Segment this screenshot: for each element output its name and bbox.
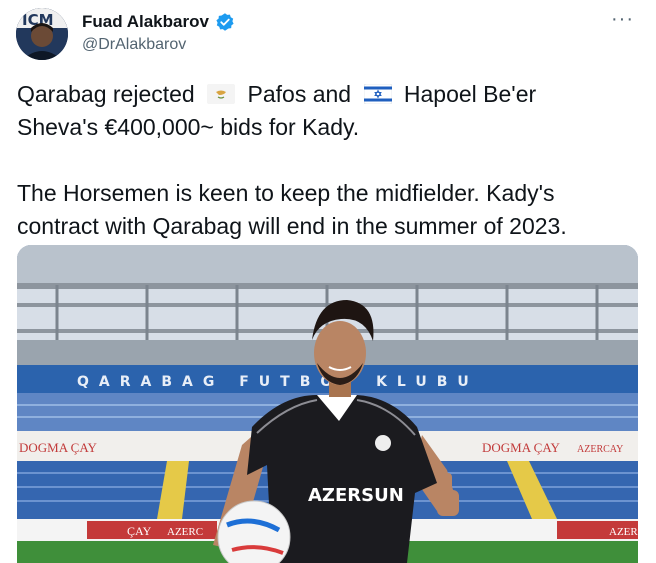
stadium-photo: QARABAG FUTBOL KLUBU DOGMA ÇAY DOGMA ÇAY… [17, 245, 638, 563]
tweet-text-segment: Hapoel Be'er [403, 81, 537, 107]
author-name-row: Fuad Alakbarov [82, 12, 235, 32]
avatar[interactable]: ICM [16, 8, 68, 60]
tweet-text: Qarabag rejected Pafos and Hapoel Be'er [17, 78, 647, 243]
verified-badge-icon [215, 12, 235, 32]
tweet-line-2: Sheva's €400,000~ bids for Kady. [17, 114, 360, 140]
stadium-sign-text: QARABAG FUTBOL KLUBU [77, 374, 479, 390]
ad-banner-text: AZERCAY [577, 444, 623, 455]
cyprus-flag-icon [207, 80, 236, 104]
israel-flag-icon [363, 80, 392, 105]
tweet-line-4: contract with Qarabag will end in the su… [17, 213, 567, 239]
tweet-line-1: Qarabag rejected Pafos and Hapoel Be'er [17, 78, 647, 111]
jersey-sponsor-text: AZERSUN [308, 485, 404, 506]
tweet-text-segment: Qarabag rejected [17, 81, 195, 107]
tweet-card: ICM Fuad Alakbarov @DrAlakbarov ··· Qara… [0, 0, 656, 563]
ad-banner-text: ÇAY [127, 524, 152, 538]
ad-banner-text: AZER [609, 526, 638, 538]
author-display-name[interactable]: Fuad Alakbarov [82, 12, 209, 32]
ad-banner-text: DOGMA ÇAY [19, 440, 98, 455]
profile-photo-icon: ICM [16, 8, 68, 60]
author-handle[interactable]: @DrAlakbarov [82, 36, 186, 54]
ad-banner-text: AZERC [167, 526, 203, 538]
tweet-line-3: The Horsemen is keen to keep the midfiel… [17, 180, 555, 206]
tweet-text-segment: Pafos and [247, 81, 352, 107]
more-options-icon[interactable]: ··· [611, 8, 634, 31]
ad-banner-text: DOGMA ÇAY [482, 440, 561, 455]
tweet-media-photo[interactable]: QARABAG FUTBOL KLUBU DOGMA ÇAY DOGMA ÇAY… [17, 245, 638, 563]
